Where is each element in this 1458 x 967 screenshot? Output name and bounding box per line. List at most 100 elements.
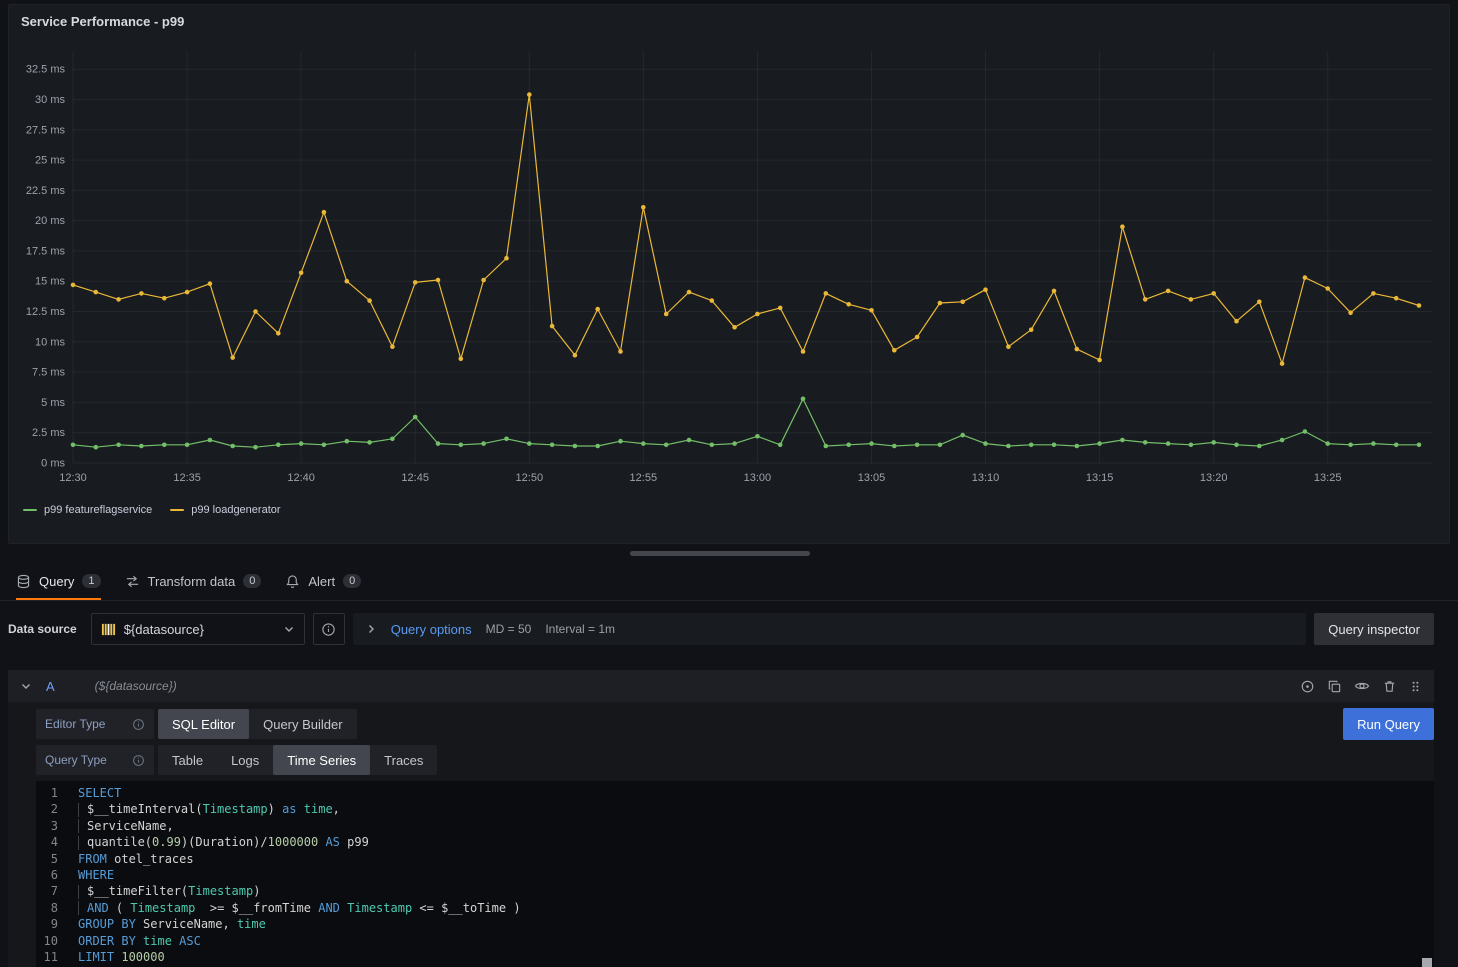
segment-table[interactable]: Table — [158, 745, 217, 775]
legend-item-loadgenerator[interactable]: p99 loadgenerator — [170, 504, 280, 516]
line-number: 6 — [36, 867, 78, 883]
run-query-button[interactable]: Run Query — [1343, 708, 1434, 740]
code-line[interactable]: 6WHERE — [36, 867, 1434, 883]
datasource-value: ${datasource} — [124, 622, 275, 637]
svg-text:13:20: 13:20 — [1200, 472, 1228, 484]
code-line[interactable]: 11LIMIT 100000 — [36, 949, 1434, 965]
line-number: 4 — [36, 834, 78, 850]
tab-query[interactable]: Query 1 — [16, 564, 101, 600]
datasource-logo-icon — [101, 622, 116, 637]
query-editor-row: A (${datasource}) Editor Type — [8, 670, 1434, 967]
indent-guide — [78, 803, 85, 817]
line-number: 10 — [36, 933, 78, 949]
svg-text:32.5 ms: 32.5 ms — [26, 64, 66, 76]
collapse-chevron-icon[interactable] — [20, 680, 32, 692]
legend-swatch-green — [23, 509, 37, 511]
line-number: 5 — [36, 851, 78, 867]
code-line[interactable]: 8AND ( Timestamp >= $__fromTime AND Time… — [36, 900, 1434, 916]
query-options-link[interactable]: Query options — [391, 622, 472, 637]
svg-text:13:15: 13:15 — [1086, 472, 1114, 484]
code-line[interactable]: 4quantile(0.99)(Duration)/1000000 AS p99 — [36, 834, 1434, 850]
svg-text:15 ms: 15 ms — [35, 276, 65, 288]
panel-title[interactable]: Service Performance - p99 — [9, 5, 1449, 33]
code-line[interactable]: 1SELECT — [36, 785, 1434, 801]
sql-code-lines: 1SELECT2$__timeInterval(Timestamp) as ti… — [36, 785, 1434, 965]
database-icon — [16, 574, 31, 589]
editor-type-segmented: SQL Editor Query Builder — [158, 709, 357, 739]
timeseries-chart[interactable]: 0 ms2.5 ms5 ms7.5 ms10 ms12.5 ms15 ms17.… — [17, 33, 1443, 501]
indent-guide — [78, 885, 85, 899]
svg-text:0 ms: 0 ms — [41, 458, 65, 470]
chart-area: 0 ms2.5 ms5 ms7.5 ms10 ms12.5 ms15 ms17.… — [9, 33, 1449, 501]
query-options-bar[interactable]: Query options MD = 50 Interval = 1m — [353, 613, 1307, 645]
line-number: 2 — [36, 801, 78, 817]
segment-query-builder[interactable]: Query Builder — [249, 709, 356, 739]
tab-label: Transform data — [148, 574, 236, 589]
transform-icon — [125, 574, 140, 589]
svg-text:13:25: 13:25 — [1314, 472, 1342, 484]
editor-tabs: Query 1 Transform data 0 Alert 0 — [0, 564, 1458, 601]
svg-text:27.5 ms: 27.5 ms — [26, 124, 66, 136]
datasource-help-button[interactable] — [313, 613, 345, 645]
indent-guide — [78, 901, 85, 915]
sql-editor[interactable]: 1SELECT2$__timeInterval(Timestamp) as ti… — [36, 781, 1434, 967]
svg-text:25 ms: 25 ms — [35, 155, 65, 167]
delete-query-icon[interactable] — [1382, 679, 1397, 694]
info-circle-icon[interactable] — [132, 754, 145, 767]
bell-icon — [285, 574, 300, 589]
legend-swatch-yellow — [170, 509, 184, 511]
datasource-picker[interactable]: ${datasource} — [91, 613, 305, 645]
editor-type-label: Editor Type — [36, 709, 154, 739]
svg-text:5 ms: 5 ms — [41, 397, 65, 409]
svg-text:12.5 ms: 12.5 ms — [26, 306, 66, 318]
code-line[interactable]: 9GROUP BY ServiceName, time — [36, 916, 1434, 932]
svg-text:12:50: 12:50 — [516, 472, 544, 484]
tab-alert-count: 0 — [343, 574, 361, 588]
segment-sql-editor[interactable]: SQL Editor — [158, 709, 249, 739]
segment-logs[interactable]: Logs — [217, 745, 273, 775]
query-type-segmented: Table Logs Time Series Traces — [158, 745, 437, 775]
tab-label: Query — [39, 574, 74, 589]
code-line[interactable]: 7$__timeFilter(Timestamp) — [36, 883, 1434, 899]
svg-text:12:35: 12:35 — [173, 472, 201, 484]
chart-legend: p99 featureflagservice p99 loadgenerator — [9, 501, 1449, 519]
editor-type-row: Editor Type SQL Editor Query Builder Run… — [36, 708, 1434, 740]
svg-text:12:45: 12:45 — [401, 472, 429, 484]
code-line[interactable]: 5FROM otel_traces — [36, 851, 1434, 867]
tab-transform-data[interactable]: Transform data 0 — [125, 564, 262, 600]
info-circle-icon[interactable] — [132, 718, 145, 731]
tab-transform-count: 0 — [243, 574, 261, 588]
line-number: 9 — [36, 916, 78, 932]
hide-response-icon[interactable] — [1354, 678, 1370, 694]
segment-time-series[interactable]: Time Series — [273, 745, 370, 775]
svg-text:13:05: 13:05 — [858, 472, 886, 484]
segment-traces[interactable]: Traces — [370, 745, 437, 775]
tab-query-count: 1 — [82, 574, 100, 588]
query-inspector-button[interactable]: Query inspector — [1314, 613, 1434, 645]
svg-text:12:55: 12:55 — [630, 472, 658, 484]
svg-text:7.5 ms: 7.5 ms — [32, 367, 66, 379]
query-options-md: MD = 50 — [486, 622, 532, 636]
datasource-bar: Data source ${datasource} Query options … — [8, 612, 1434, 646]
code-line[interactable]: 10ORDER BY time ASC — [36, 933, 1434, 949]
tab-alert[interactable]: Alert 0 — [285, 564, 361, 600]
drag-handle-icon[interactable] — [1409, 679, 1422, 694]
code-line[interactable]: 2$__timeInterval(Timestamp) as time, — [36, 801, 1434, 817]
line-number: 8 — [36, 900, 78, 916]
query-row-header[interactable]: A (${datasource}) — [8, 670, 1434, 702]
query-options-interval: Interval = 1m — [545, 622, 615, 636]
editor-scrollbar-marker[interactable] — [1422, 958, 1432, 967]
duplicate-query-icon[interactable] — [1327, 679, 1342, 694]
horizontal-scrollbar-thumb[interactable] — [630, 551, 810, 556]
svg-text:22.5 ms: 22.5 ms — [26, 185, 66, 197]
query-type-label: Query Type — [36, 745, 154, 775]
code-line[interactable]: 3ServiceName, — [36, 818, 1434, 834]
tab-label: Alert — [308, 574, 335, 589]
timeseries-panel: Service Performance - p99 0 ms2.5 ms5 ms… — [8, 4, 1450, 544]
editor-type-label-text: Editor Type — [45, 717, 105, 731]
svg-text:20 ms: 20 ms — [35, 215, 65, 227]
legend-item-featureflagservice[interactable]: p99 featureflagservice — [23, 504, 152, 516]
legend-label: p99 loadgenerator — [191, 504, 280, 516]
query-type-label-text: Query Type — [45, 753, 107, 767]
query-help-icon[interactable] — [1300, 679, 1315, 694]
